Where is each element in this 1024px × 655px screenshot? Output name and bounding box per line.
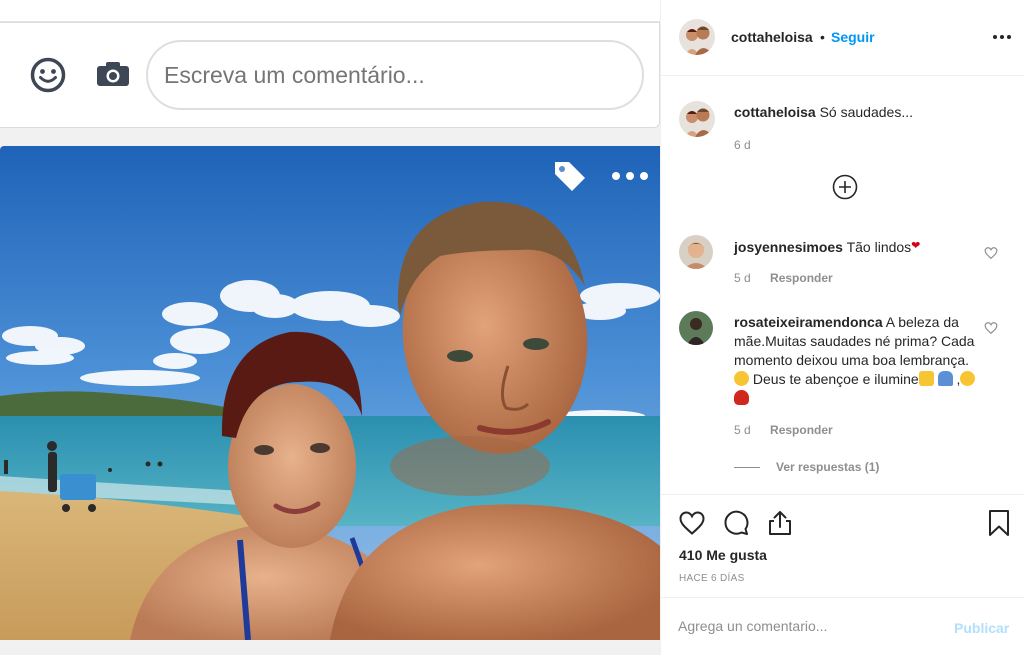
heart-emoji-icon: ❤ <box>911 240 921 252</box>
add-comment-bar: Publicar <box>661 597 1024 655</box>
comment-username[interactable]: josyennesimoes <box>734 239 843 255</box>
caption-username[interactable]: cottaheloisa <box>734 104 816 120</box>
share-icon[interactable] <box>766 509 794 537</box>
comment-username[interactable]: rosateixeiramendonca <box>734 314 883 330</box>
embedded-comment-input[interactable] <box>146 40 644 110</box>
comment-meta: 5 d Responder <box>734 271 833 285</box>
caption-text: Só saudades... <box>819 104 913 120</box>
embedded-post-screenshot <box>0 0 660 655</box>
avatar[interactable] <box>679 101 715 137</box>
replies-line <box>734 467 760 469</box>
more-icon[interactable] <box>992 34 1012 40</box>
post-photo <box>0 146 660 640</box>
more-icon[interactable] <box>610 168 650 184</box>
heart-icon[interactable] <box>678 509 706 537</box>
comment-icon[interactable] <box>722 509 750 537</box>
person-emoji-icon <box>937 371 953 386</box>
reply-button[interactable]: Responder <box>770 423 833 437</box>
like-count[interactable]: 410 Me gusta <box>679 547 767 563</box>
comment-meta: 5 d Responder <box>734 423 833 437</box>
post-side-panel: cottaheloisa • Seguir cottaheloisa Só sa… <box>660 0 1024 655</box>
avatar[interactable] <box>679 19 715 55</box>
comment-age: 5 d <box>734 423 751 437</box>
heart-icon[interactable] <box>984 246 998 260</box>
bookmark-icon[interactable] <box>987 509 1011 537</box>
post-actions: 410 Me gusta HACE 6 DÍAS <box>661 494 1024 597</box>
caption: cottaheloisa Só saudades... <box>734 103 1004 122</box>
avatar[interactable] <box>679 235 713 269</box>
top-strip <box>0 0 660 22</box>
rose-emoji-icon <box>734 390 749 405</box>
heart-eyes-emoji-icon <box>734 371 749 386</box>
comment-age: 5 d <box>734 271 751 285</box>
smiley-icon[interactable] <box>30 57 66 93</box>
comment-text: josyennesimoes Tão lindos❤ <box>734 237 984 257</box>
comment-text: rosateixeiramendonca A beleza da mãe.Mui… <box>734 313 982 408</box>
post-header: cottaheloisa • Seguir <box>661 0 1024 76</box>
post-username[interactable]: cottaheloisa <box>731 29 813 45</box>
kiss-emoji-icon <box>960 371 976 386</box>
publish-button[interactable]: Publicar <box>954 620 1009 636</box>
praising-emoji-icon <box>918 371 934 386</box>
tag-icon[interactable] <box>552 158 588 194</box>
comment-body: Tão lindos <box>846 239 912 255</box>
plus-circle-icon[interactable] <box>832 174 858 200</box>
post-timestamp: HACE 6 DÍAS <box>679 573 745 584</box>
comment-bar <box>0 22 660 128</box>
view-replies-button[interactable]: Ver respuestas (1) <box>734 460 879 474</box>
follow-button[interactable]: Seguir <box>831 29 875 45</box>
avatar[interactable] <box>679 311 713 345</box>
view-replies-label: Ver respuestas (1) <box>776 460 880 474</box>
camera-icon[interactable] <box>96 61 130 87</box>
separator-dot: • <box>820 29 825 45</box>
caption-age: 6 d <box>734 138 751 152</box>
add-comment-input[interactable] <box>678 618 938 634</box>
comment-body-2: Deus te abençoe e ilumine <box>752 371 919 387</box>
heart-icon[interactable] <box>984 321 998 335</box>
reply-button[interactable]: Responder <box>770 271 833 285</box>
